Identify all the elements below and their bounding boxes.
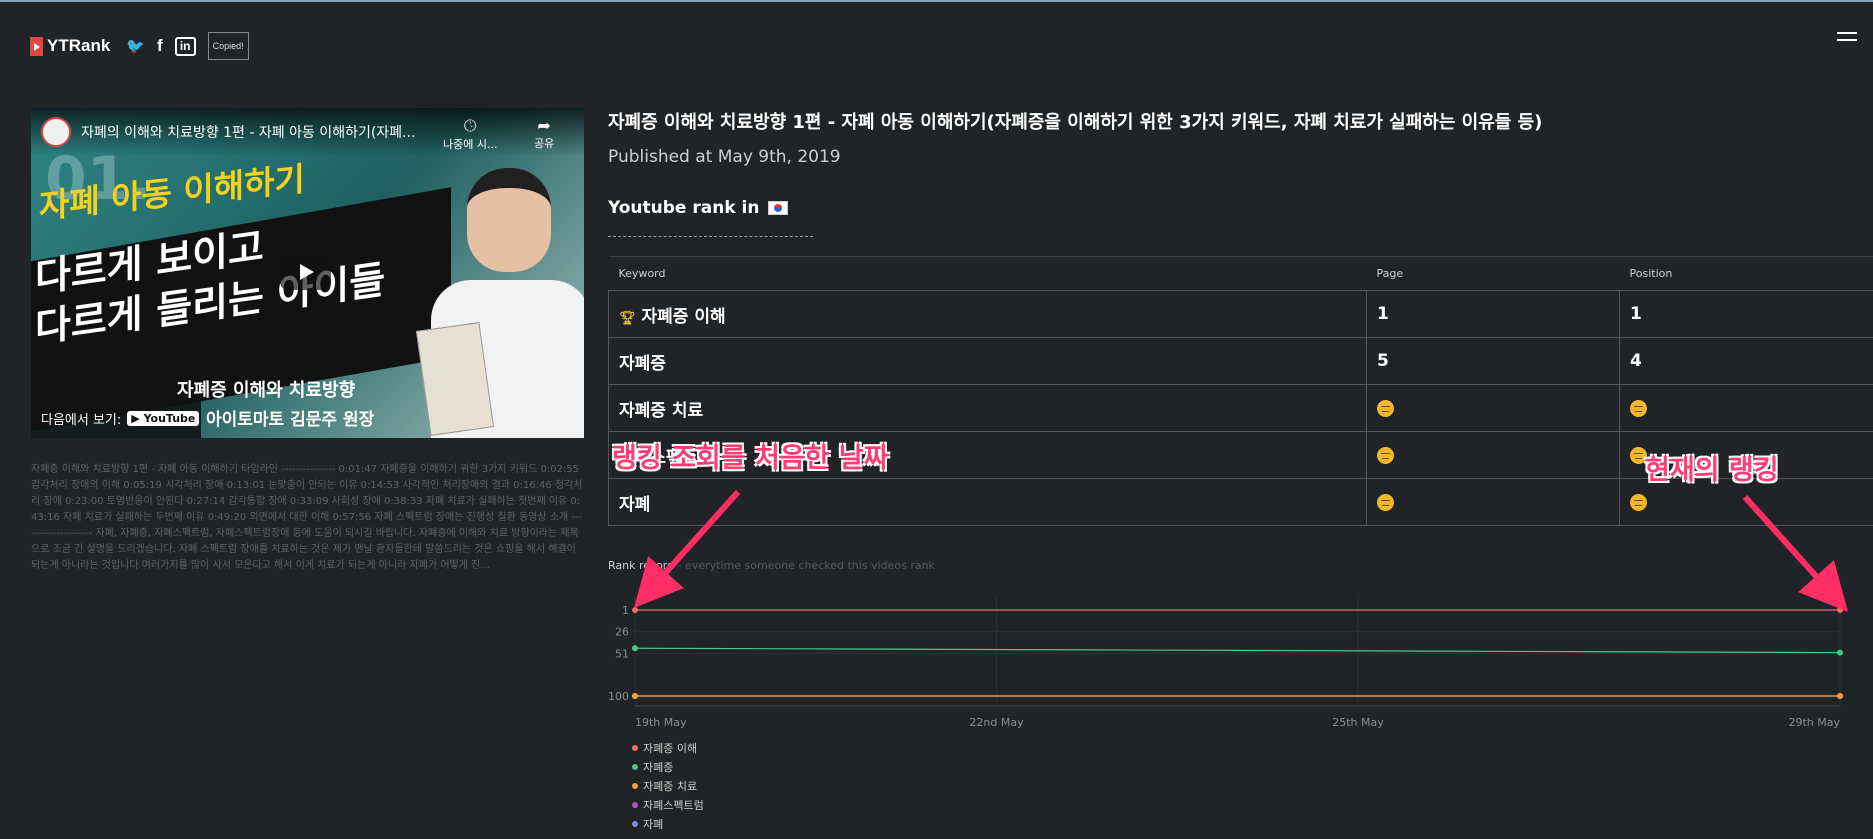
- table-row[interactable]: 자폐증 치료: [608, 384, 1873, 432]
- share-icon: ➦: [537, 116, 551, 135]
- y-tick-label: 100: [608, 690, 629, 703]
- play-button[interactable]: [280, 254, 331, 290]
- share-button[interactable]: ➦ 공유: [534, 116, 554, 151]
- legend-item[interactable]: 자폐: [632, 814, 704, 833]
- legend-label: 자폐증: [643, 760, 674, 774]
- legend-dot: [632, 801, 638, 808]
- keyword-cell: 🏆︎ 자폐증 이해: [608, 290, 1367, 338]
- annotation-current-rank: 현재의 랭킹: [1645, 455, 1779, 486]
- rank-heading: Youtube rank in: [608, 198, 788, 218]
- unranked-emoji-icon: [1630, 493, 1647, 511]
- x-tick-label: 19th May: [635, 716, 687, 729]
- player-top-bar: 자폐의 이해와 치료방향 1편 - 자폐 아동 이해하기(자폐...: [31, 108, 584, 156]
- data-point: [632, 645, 638, 652]
- x-tick-label: 22nd May: [969, 716, 1024, 729]
- legend-item[interactable]: 자폐증: [632, 757, 704, 776]
- legend-label: 자폐증 이해: [643, 741, 698, 755]
- data-point: [1837, 649, 1843, 656]
- legend-item[interactable]: 자폐증 치료: [632, 776, 704, 795]
- player-title[interactable]: 자폐의 이해와 치료방향 1편 - 자폐 아동 이해하기(자폐...: [81, 122, 415, 142]
- chart-legend: 자폐증 이해자폐증자폐증 치료자폐스펙트럼자폐: [632, 738, 704, 833]
- korea-flag-icon: [767, 201, 788, 215]
- watch-later-button[interactable]: 🕓︎ 나중에 시...: [443, 116, 497, 152]
- published-date: Published at May 9th, 2019: [608, 147, 841, 167]
- y-tick-label: 51: [615, 647, 629, 660]
- topbar: YTRank 🐦 f in Copied!: [30, 30, 249, 62]
- y-tick-label: 26: [615, 626, 629, 639]
- data-point: [632, 607, 638, 613]
- video-description: 자폐증 이해와 치료방향 1편 - 자폐 아동 이해하기 타임라인 ------…: [31, 464, 583, 571]
- facebook-icon[interactable]: f: [157, 36, 163, 56]
- y-tick-label: 1: [622, 604, 629, 617]
- thumbnail-presenter: 아이토마토 김문주 원장: [206, 410, 375, 430]
- header-position: Position: [1619, 256, 1873, 291]
- clock-icon: 🕓︎: [463, 116, 477, 135]
- logo[interactable]: YTRank: [30, 36, 110, 56]
- twitter-icon[interactable]: 🐦: [126, 37, 145, 55]
- unranked-emoji-icon: [1377, 446, 1394, 464]
- linkedin-icon[interactable]: in: [174, 36, 196, 56]
- data-point: [1837, 693, 1843, 699]
- position-cell: 4: [1619, 337, 1873, 385]
- unranked-emoji-icon: [1377, 493, 1394, 511]
- divider: [608, 236, 813, 237]
- series-line: [634, 647, 1841, 654]
- youtube-logo: ▶ YouTube: [127, 411, 200, 426]
- legend-label: 자폐증 치료: [643, 779, 698, 793]
- position-cell: [1619, 384, 1873, 432]
- page-cell: [1366, 384, 1620, 432]
- x-tick-label: 25th May: [1332, 716, 1384, 729]
- unranked-emoji-icon: [1630, 399, 1647, 417]
- legend-label: 자폐: [643, 817, 664, 831]
- data-point: [1837, 607, 1843, 613]
- page-cell: 5: [1366, 337, 1620, 385]
- watch-on-youtube[interactable]: 다음에서 보기: ▶ YouTube: [31, 399, 201, 438]
- video-title: 자폐증 이해와 치료방향 1편 - 자폐 아동 이해하기(자폐증을 이해하기 위…: [608, 112, 1543, 133]
- rank-chart: 19th May 22nd May 25th May 29th May 1 26 51 100: [608, 596, 1843, 729]
- legend-dot: [632, 782, 638, 789]
- logo-icon: [30, 36, 43, 56]
- channel-avatar[interactable]: [41, 117, 71, 147]
- table-row[interactable]: 🏆︎ 자폐증 이해 1 1: [608, 290, 1873, 338]
- header-keyword: Keyword: [608, 256, 1367, 291]
- logo-text: YTRank: [47, 36, 111, 55]
- page-cell: [1366, 431, 1620, 479]
- table-row[interactable]: 자폐증 5 4: [608, 337, 1873, 385]
- keyword-cell: 자폐증 치료: [608, 384, 1367, 432]
- trophy-icon: 🏆︎: [619, 310, 636, 326]
- thumbnail-subtitle: 자폐증 이해와 치료방향: [177, 380, 356, 401]
- header-page: Page: [1366, 256, 1620, 291]
- legend-dot: [632, 744, 638, 751]
- keyword-cell: 자폐증: [608, 337, 1367, 385]
- page-cell: 1: [1366, 290, 1620, 338]
- legend-dot: [632, 763, 638, 770]
- legend-item[interactable]: 자폐스펙트럼: [632, 795, 704, 814]
- video-player[interactable]: 01. 자폐 아동 이해하기 다르게 보이고 다르게 들리는 아이들 자폐의 이…: [31, 108, 584, 438]
- hamburger-menu-icon[interactable]: [1837, 32, 1857, 46]
- page-cell: [1366, 478, 1620, 526]
- rank-record-title: Rank record - everytime someone checked …: [608, 559, 935, 572]
- legend-item[interactable]: 자폐증 이해: [632, 738, 704, 757]
- copied-button[interactable]: Copied!: [207, 32, 249, 60]
- social-links: 🐦 f in: [126, 36, 196, 56]
- annotation-first-date: 랭킹 조회를 처음한 날짜: [612, 443, 889, 474]
- position-cell: 1: [1619, 290, 1873, 338]
- legend-label: 자폐스펙트럼: [643, 798, 704, 812]
- x-tick-label: 29th May: [1788, 716, 1840, 729]
- unranked-emoji-icon: [1377, 399, 1394, 417]
- legend-dot: [632, 820, 638, 827]
- keyword-cell: 자폐: [608, 478, 1367, 526]
- data-point: [632, 693, 638, 699]
